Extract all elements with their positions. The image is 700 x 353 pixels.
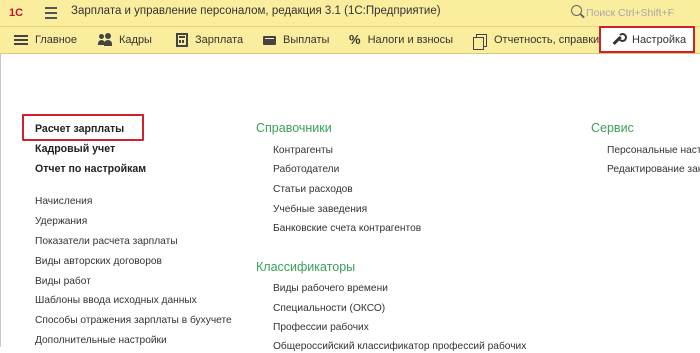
sections-panel: Главное Кадры Зарплата Выплаты % Налоги … bbox=[0, 26, 700, 54]
link-work-types[interactable]: Виды работ bbox=[35, 276, 91, 288]
link-counterparties[interactable]: Контрагенты bbox=[273, 145, 333, 157]
link-additional-settings[interactable]: Дополнительные настройки bbox=[35, 335, 167, 347]
link-author-contract-types[interactable]: Виды авторских договоров bbox=[35, 256, 162, 268]
section-personnel[interactable]: Кадры bbox=[98, 27, 152, 53]
section-settings[interactable]: Настройка bbox=[599, 26, 695, 53]
hamburger-menu-icon[interactable] bbox=[45, 7, 57, 19]
window-title: Зарплата и управление персоналом, редакц… bbox=[71, 5, 441, 17]
search-icon[interactable] bbox=[571, 5, 582, 16]
link-employers[interactable]: Работодатели bbox=[273, 164, 339, 176]
link-accruals[interactable]: Начисления bbox=[35, 196, 92, 208]
link-settings-report[interactable]: Отчет по настройкам bbox=[35, 163, 146, 175]
percent-icon: % bbox=[349, 32, 361, 47]
link-professions-classifier[interactable]: Общероссийский классификатор профессий р… bbox=[273, 341, 526, 353]
menu-lines-icon bbox=[14, 33, 28, 47]
link-worker-professions[interactable]: Профессии рабочих bbox=[273, 322, 369, 334]
link-accounting-reflection[interactable]: Способы отражения зарплаты в бухучете bbox=[35, 315, 232, 327]
group-title-service: Сервис bbox=[591, 121, 634, 135]
group-title-directories: Справочники bbox=[256, 121, 332, 135]
section-main[interactable]: Главное bbox=[14, 27, 77, 53]
panel-border bbox=[0, 54, 1, 347]
group-title-classifiers: Классификаторы bbox=[256, 260, 356, 274]
link-work-time-types[interactable]: Виды рабочего времени bbox=[273, 283, 388, 295]
title-bar: 1С Зарплата и управление персоналом, ред… bbox=[0, 0, 700, 27]
section-salary[interactable]: Зарплата bbox=[176, 27, 243, 53]
link-edit-bookmarks[interactable]: Редактирование закладок bbox=[607, 164, 700, 176]
link-expense-items[interactable]: Статьи расходов bbox=[273, 184, 353, 196]
link-educational-institutions[interactable]: Учебные заведения bbox=[273, 204, 367, 216]
link-salary-calculation[interactable]: Расчет зарплаты bbox=[35, 123, 124, 135]
search-box[interactable] bbox=[568, 3, 700, 22]
wrench-icon bbox=[611, 32, 627, 47]
calculator-icon bbox=[176, 33, 188, 47]
link-deductions[interactable]: Удержания bbox=[35, 216, 87, 228]
search-input[interactable] bbox=[586, 5, 698, 20]
link-input-templates[interactable]: Шаблоны ввода исходных данных bbox=[35, 295, 197, 307]
section-taxes[interactable]: % Налоги и взносы bbox=[349, 27, 453, 53]
wallet-icon bbox=[263, 35, 276, 45]
link-personal-settings[interactable]: Персональные настройки bbox=[607, 145, 700, 157]
reports-icon bbox=[473, 33, 487, 50]
people-icon bbox=[98, 33, 112, 47]
section-reports[interactable]: Отчетность, справки bbox=[472, 27, 599, 53]
link-counterparty-bank-accounts[interactable]: Банковские счета контрагентов bbox=[273, 223, 421, 235]
link-specialties-okso[interactable]: Специальности (ОКСО) bbox=[273, 303, 385, 315]
app-logo: 1С bbox=[9, 7, 24, 19]
link-personnel-records[interactable]: Кадровый учет bbox=[35, 143, 115, 155]
link-salary-indicators[interactable]: Показатели расчета зарплаты bbox=[35, 236, 178, 248]
section-payments[interactable]: Выплаты bbox=[263, 27, 329, 53]
